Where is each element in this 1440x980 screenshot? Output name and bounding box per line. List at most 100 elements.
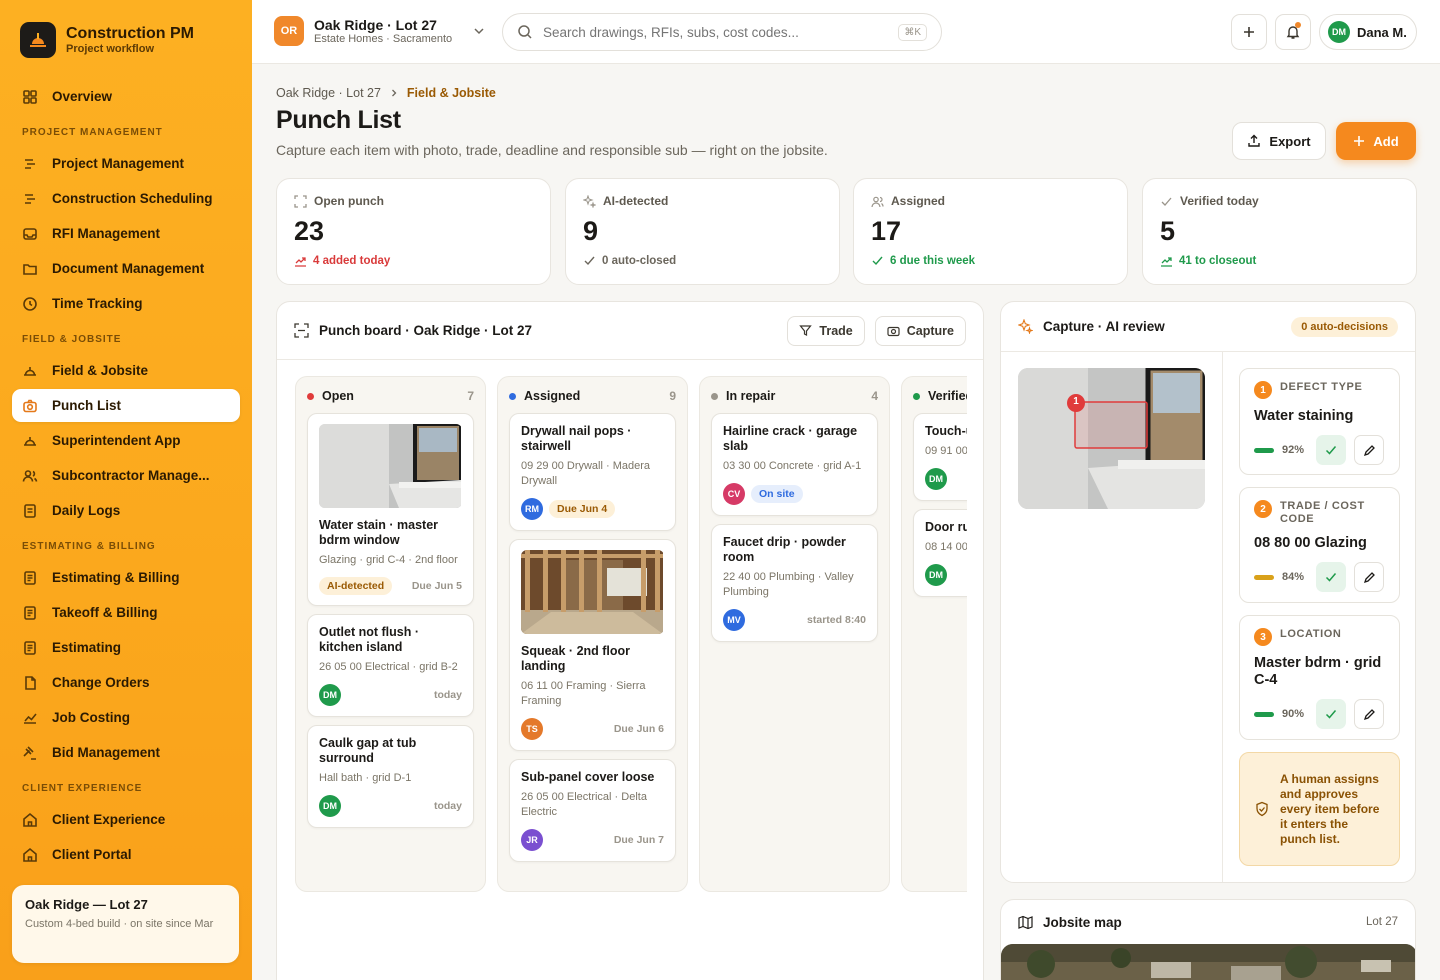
edit-button[interactable]: [1354, 562, 1384, 592]
grid-icon: [22, 89, 38, 105]
stat-open-punch[interactable]: Open punch 23 4 added today: [276, 178, 551, 285]
nav-estimating-billing[interactable]: Estimating & Billing: [12, 561, 240, 594]
ai-review-panel: Capture · AI review 0 auto-decisions 1 1…: [1000, 301, 1416, 883]
avatar: MV: [723, 609, 745, 631]
punch-card[interactable]: Door rub · hall closet 08 14 00 DM: [913, 509, 967, 597]
nav-rfi-management[interactable]: RFI Management: [12, 217, 240, 250]
edit-button[interactable]: [1354, 435, 1384, 465]
punch-card[interactable]: Caulk gap at tub surround Hall bath · gr…: [307, 725, 474, 828]
confidence-pct: 84%: [1282, 571, 1305, 583]
search-bar[interactable]: ⌘K: [502, 13, 942, 51]
board-columns: Open 7 Water stain · master bdrm window G…: [295, 376, 967, 896]
stat-value: 9: [583, 216, 599, 246]
project-switcher[interactable]: OR Oak Ridge · Lot 27 Estate Homes · Sac…: [274, 16, 486, 46]
field-label: TRADE / COST CODE: [1280, 500, 1365, 525]
breadcrumb-current[interactable]: Field & Jobsite: [407, 86, 496, 100]
column-name: Open: [322, 389, 354, 403]
stat-verified-today[interactable]: Verified today 5 41 to closeout: [1142, 178, 1417, 285]
punch-card[interactable]: Touch-up · living room 09 91 00 Painting…: [913, 413, 967, 501]
nav-superintendent-app[interactable]: Superintendent App: [12, 424, 240, 457]
nav-document-management[interactable]: Document Management: [12, 252, 240, 285]
approve-button[interactable]: [1316, 435, 1346, 465]
trend-up-icon: [295, 257, 306, 267]
nav-job-costing[interactable]: Job Costing: [12, 701, 240, 734]
nav-construction-scheduling[interactable]: Construction Scheduling: [12, 182, 240, 215]
check-icon: [1161, 197, 1172, 206]
brand[interactable]: Construction PM Project workflow: [12, 0, 240, 80]
capture-button[interactable]: Capture: [874, 315, 966, 346]
board-title: Punch board · Oak Ridge · Lot 27: [319, 323, 533, 338]
breadcrumb-parent[interactable]: Oak Ridge · Lot 27: [276, 86, 381, 100]
nav-punch-list[interactable]: Punch List: [12, 389, 240, 422]
card-title: Drywall nail pops · stairwell: [521, 424, 632, 453]
nav-label: Daily Logs: [52, 503, 121, 518]
nav-label: Client Experience: [52, 812, 166, 827]
column-count: 9: [669, 389, 676, 403]
punch-card[interactable]: Faucet drip · powder room 22 40 00 Plumb…: [711, 524, 878, 642]
search-input[interactable]: [543, 24, 889, 40]
notification-dot: [1295, 22, 1301, 28]
panel-divider: [1222, 352, 1223, 882]
column-name: In repair: [726, 389, 776, 403]
approve-button[interactable]: [1316, 699, 1346, 729]
map-title: Jobsite map: [1043, 914, 1122, 930]
capture-photo[interactable]: 1: [1018, 368, 1205, 509]
user-menu[interactable]: DM Dana M.: [1319, 14, 1417, 50]
card-title: Hairline crack · garage slab: [723, 424, 858, 453]
approve-button[interactable]: [1316, 562, 1346, 592]
folder-icon: [22, 261, 38, 277]
card-title: Faucet drip · powder room: [723, 535, 846, 564]
add-button[interactable]: [1231, 14, 1267, 50]
avatar: CV: [723, 483, 745, 505]
card-sub: 09 91 00 Painting · grid 2: [925, 445, 967, 457]
nav-time-tracking[interactable]: Time Tracking: [12, 287, 240, 320]
nav-daily-logs[interactable]: Daily Logs: [12, 494, 240, 527]
punch-card[interactable]: Water stain · master bdrm window Glazing…: [307, 413, 474, 606]
card-due: today: [433, 689, 462, 701]
nav-change-orders[interactable]: Change Orders: [12, 666, 240, 699]
check-icon: [1325, 710, 1337, 719]
avatar: DM: [925, 468, 947, 490]
nav-section-estimating: ESTIMATING & BILLING: [22, 541, 156, 552]
nav-subcontractor-management[interactable]: Subcontractor Manage...: [12, 459, 240, 492]
stat-delta: 0 auto-closed: [602, 254, 677, 267]
stat-ai-detected[interactable]: AI-detected 9 0 auto-closed: [565, 178, 840, 285]
column-assigned: Assigned 9 Drywall nail pops · stairwell …: [497, 376, 688, 892]
breadcrumb: Oak Ridge · Lot 27 Field & Jobsite: [276, 86, 496, 100]
punch-card[interactable]: Drywall nail pops · stairwell 09 29 00 D…: [509, 413, 676, 531]
trade-filter-button[interactable]: Trade: [787, 315, 865, 346]
nav-label: Estimating: [52, 640, 122, 655]
avatar: JR: [521, 829, 543, 851]
card-due: Due Jun 5: [411, 580, 462, 592]
nav-takeoff-billing[interactable]: Takeoff & Billing: [12, 596, 240, 629]
nav-client-experience[interactable]: Client Experience: [12, 803, 240, 836]
bars-icon: [22, 156, 38, 172]
nav-section-field: FIELD & JOBSITE: [22, 334, 122, 345]
current-project-card[interactable]: Oak Ridge — Lot 27 Custom 4-bed build · …: [12, 885, 239, 963]
punch-card[interactable]: Outlet not flush · kitchen island 26 05 …: [307, 614, 474, 717]
map-lot: Lot 27: [1366, 916, 1398, 928]
nav-client-portal[interactable]: Client Portal: [12, 838, 240, 871]
card-title: Touch-up · living room: [925, 424, 967, 438]
map-image[interactable]: [1001, 944, 1415, 980]
punch-card[interactable]: Hairline crack · garage slab 03 30 00 Co…: [711, 413, 878, 516]
punch-card[interactable]: Squeak · 2nd floor landing 06 11 00 Fram…: [509, 539, 676, 751]
field-label: DEFECT TYPE: [1280, 381, 1363, 393]
card-sub: 22 40 00 Plumbing · Valley Plumbing: [723, 571, 854, 598]
app-name: Construction PM: [66, 25, 194, 42]
punch-card[interactable]: Sub-panel cover loose 26 05 00 Electrica…: [509, 759, 676, 862]
page-subtitle: Capture each item with photo, trade, dea…: [276, 142, 828, 158]
file-edit-icon: [22, 675, 38, 691]
nav-estimating[interactable]: Estimating: [12, 631, 240, 664]
card-photo: [319, 424, 462, 508]
notifications-button[interactable]: [1275, 14, 1311, 50]
nav-project-management[interactable]: Project Management: [12, 147, 240, 180]
nav-field-jobsite[interactable]: Field & Jobsite: [12, 354, 240, 387]
nav-overview[interactable]: Overview: [12, 80, 240, 113]
add-item-button[interactable]: Add: [1336, 122, 1416, 160]
edit-button[interactable]: [1354, 699, 1384, 729]
export-button[interactable]: Export: [1232, 122, 1326, 160]
nav-bid-management[interactable]: Bid Management: [12, 736, 240, 769]
card-sub: Hall bath · grid D-1: [319, 772, 412, 784]
stat-assigned[interactable]: Assigned 17 6 due this week: [853, 178, 1128, 285]
